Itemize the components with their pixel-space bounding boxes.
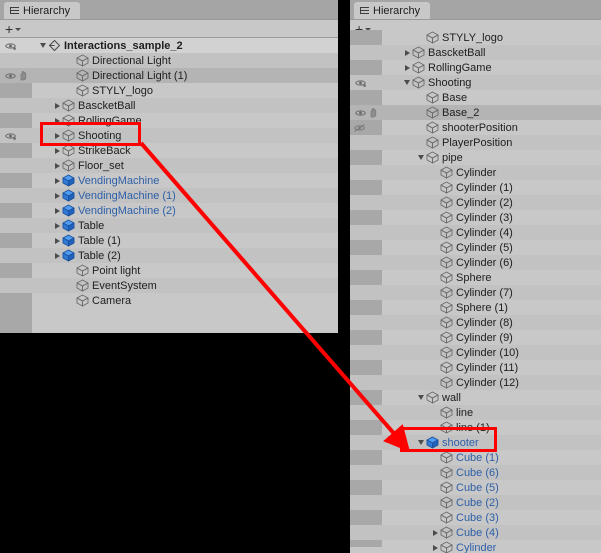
annotation-arrow [139, 141, 411, 453]
